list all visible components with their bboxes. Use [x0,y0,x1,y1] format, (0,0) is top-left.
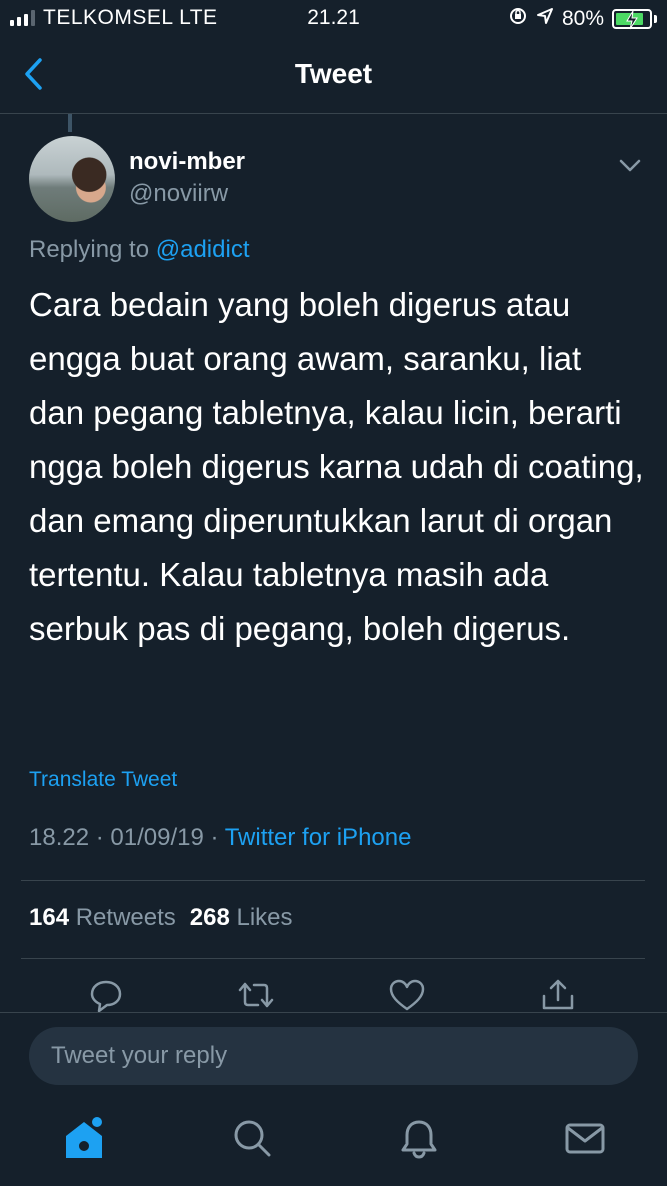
user-display-name[interactable]: novi-mber [129,148,245,176]
tweet-source-link[interactable]: Twitter for iPhone [225,824,412,851]
mail-icon [565,1123,605,1154]
tab-messages[interactable] [563,1116,607,1160]
more-options-button[interactable] [618,156,642,176]
nav-header: Tweet [0,36,667,114]
tweet-meta: 18.22 · 01/09/19 · Twitter for iPhone [29,824,411,852]
retweets-count: 164 [29,904,70,931]
replying-to-mention-link[interactable]: @adidict [156,236,250,263]
retweet-button[interactable] [236,978,276,1012]
tweet-timestamp: 18.22 · 01/09/19 · [29,824,219,851]
location-icon [536,7,554,31]
home-icon [66,1117,102,1158]
divider [21,958,645,959]
likes-stat[interactable]: 268 Likes [190,904,293,931]
share-icon [542,979,574,1010]
page-title: Tweet [294,58,373,89]
share-button[interactable] [538,978,578,1012]
user-handle[interactable]: @noviirw [129,180,228,208]
retweet-icon [238,982,274,1008]
translate-tweet-link[interactable]: Translate Tweet [29,768,177,792]
comment-icon [90,980,122,1013]
bell-icon [401,1120,437,1159]
status-right: 80% [508,6,657,32]
reply-input[interactable] [29,1027,638,1085]
likes-label: Likes [236,904,293,931]
thread-connector-line [68,114,72,132]
orientation-lock-icon [508,6,528,32]
chevron-down-icon [619,159,641,172]
battery-icon [612,9,652,30]
heart-icon [389,979,425,1011]
reply-bar [0,1012,667,1098]
tab-search[interactable] [230,1116,274,1160]
replying-to-line: Replying to @adidict [29,236,250,264]
reply-button[interactable] [86,978,126,1013]
retweets-label: Retweets [75,904,176,931]
retweets-stat[interactable]: 164 Retweets [29,904,176,931]
tweet-text: Cara bedain yang boleh digerus atau engg… [29,286,644,647]
tweet-stats: 164 Retweets 268 Likes [29,904,293,932]
tweet-actions [0,978,667,1013]
divider [21,880,645,881]
likes-count: 268 [189,904,230,931]
battery-percent: 80% [561,7,604,30]
battery-tip [654,15,657,23]
status-bar: TELKOMSEL LTE 21.21 80% [0,0,667,36]
tab-notifications[interactable] [397,1116,441,1160]
avatar[interactable] [29,136,115,222]
tab-bar [0,1098,667,1186]
tab-home[interactable] [62,1116,106,1160]
search-icon [234,1120,271,1157]
like-button[interactable] [387,978,427,1012]
replying-to-prefix: Replying to [29,236,150,263]
